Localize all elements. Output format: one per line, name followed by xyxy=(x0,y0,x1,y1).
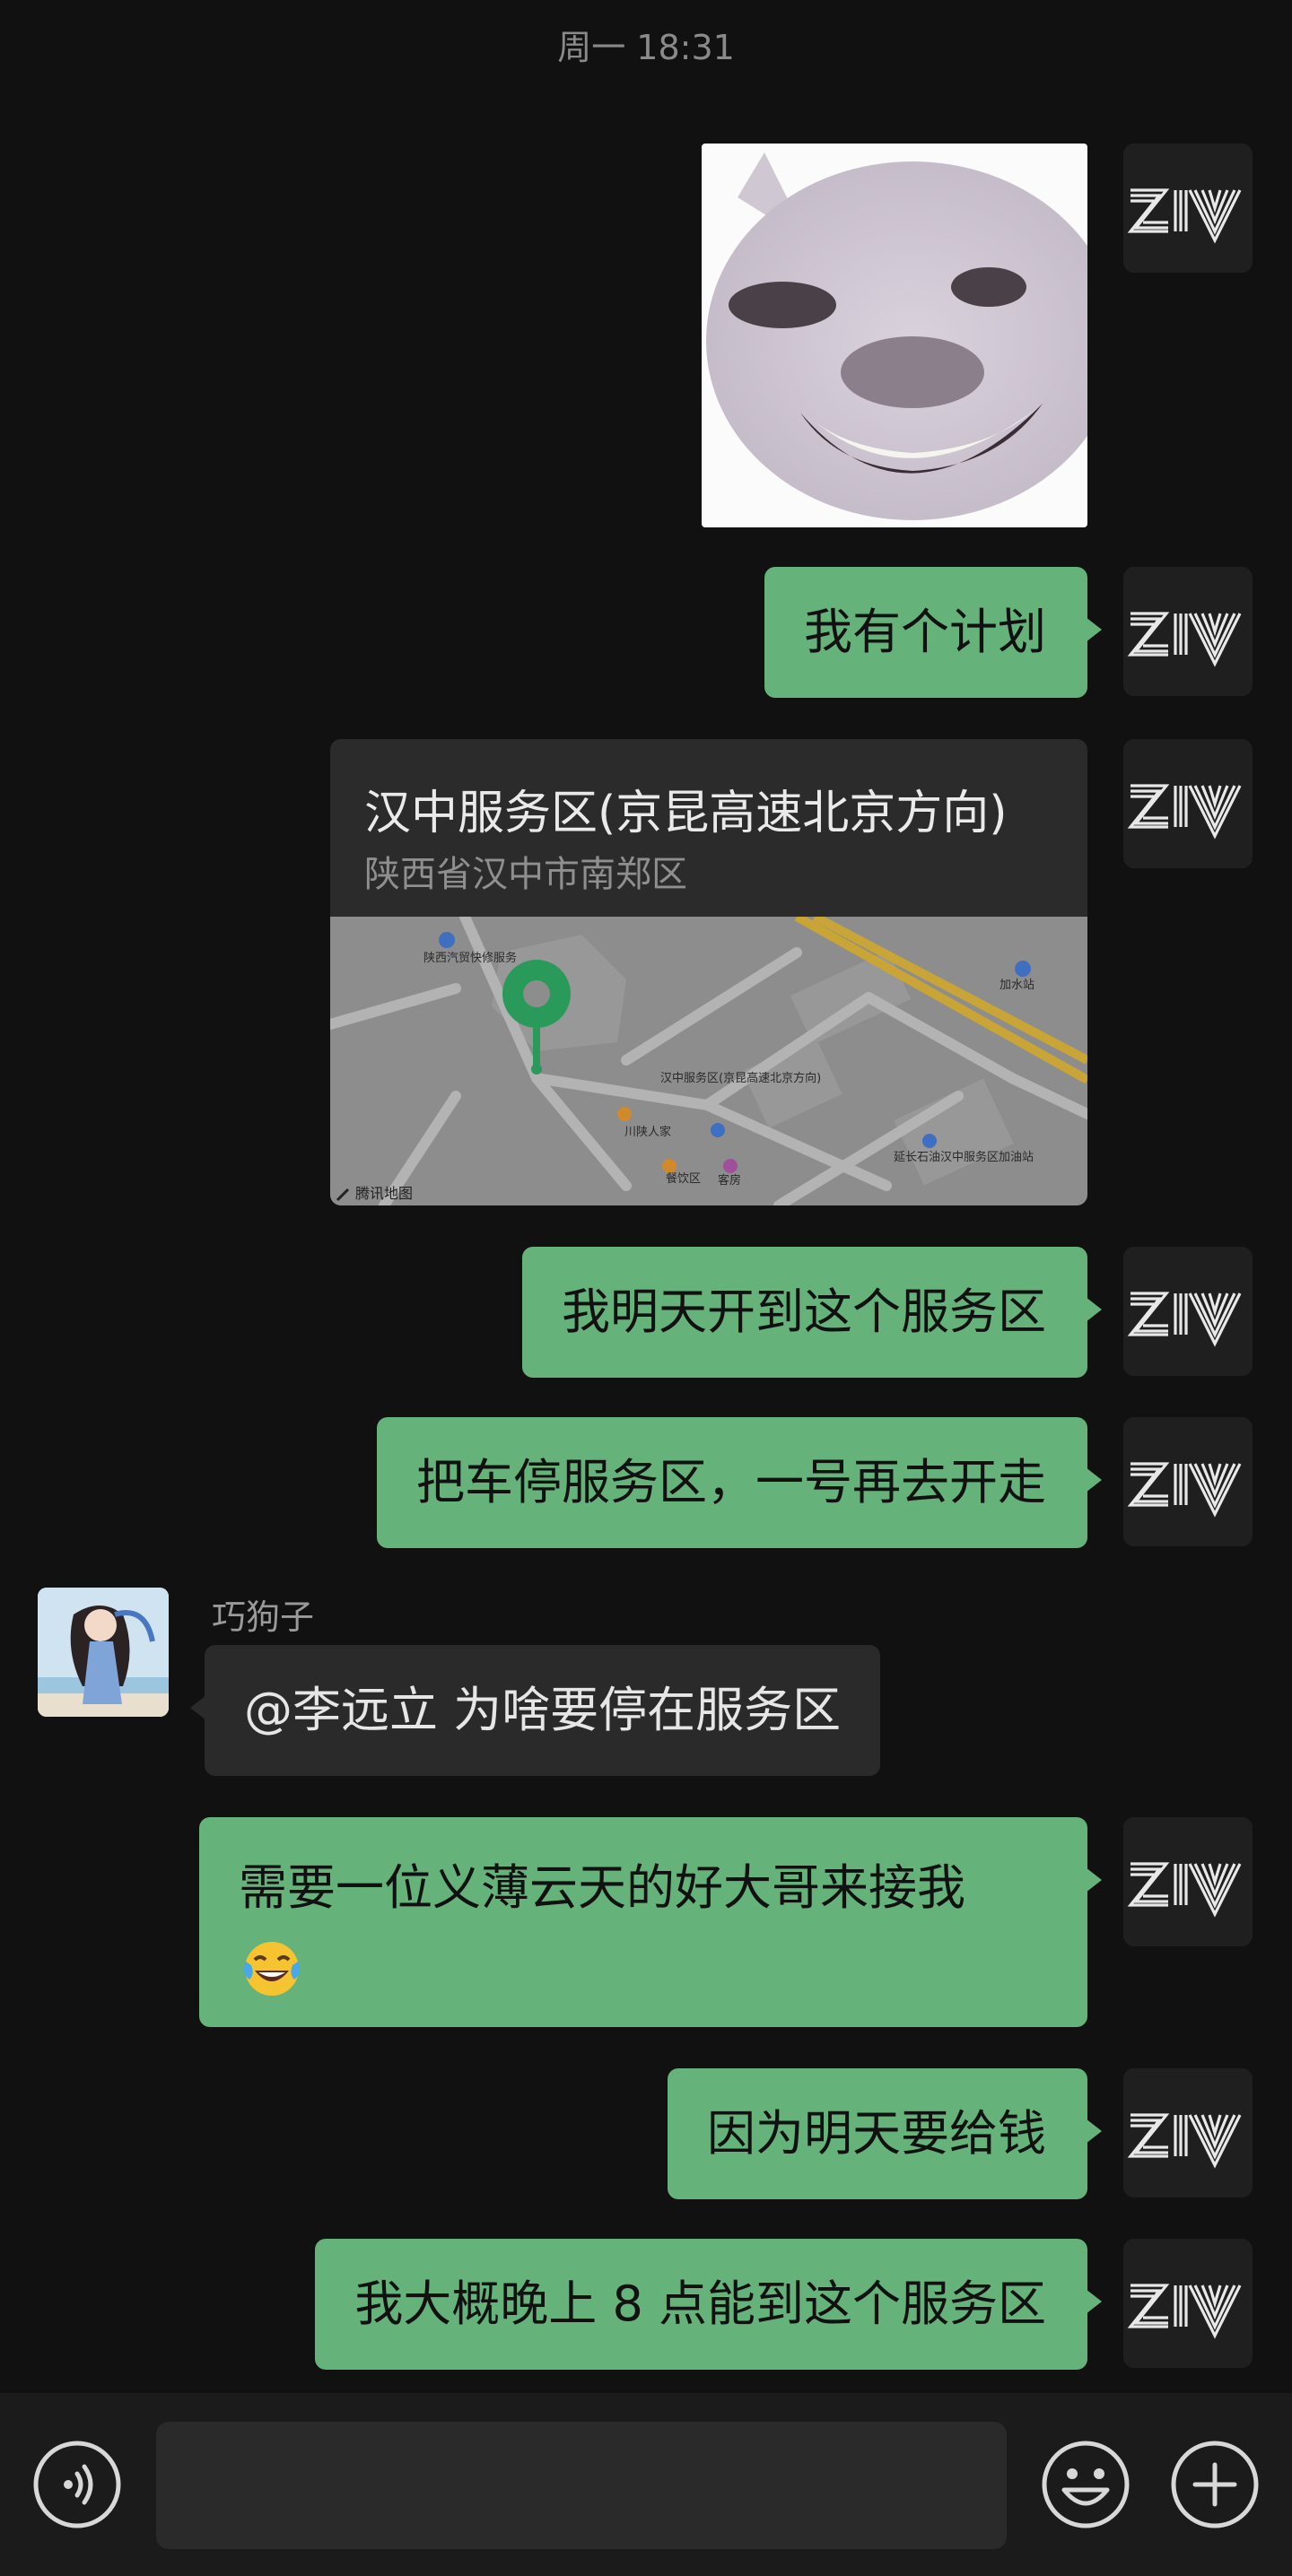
my-avatar[interactable] xyxy=(1123,739,1253,868)
my-avatar[interactable] xyxy=(1123,567,1253,696)
chat-screen: 周一 18:31 我有个计划 汉中服务区(京昆高速北京方向) 陕西省汉中市南郑区… xyxy=(0,0,1292,2576)
face-with-tears-of-joy-icon xyxy=(243,1942,301,1997)
my-avatar[interactable] xyxy=(1123,1817,1253,1946)
map-label: 汉中服务区(京昆高速北京方向) xyxy=(660,1071,821,1085)
map-label: 加水站 xyxy=(1000,979,1034,992)
location-map-preview[interactable]: 陕西汽贸快修服务 加水站 汉中服务区(京昆高速北京方向) 川陕人家 餐饮区 客房… xyxy=(330,917,1087,1205)
voice-button[interactable] xyxy=(32,2440,122,2529)
chat-input-bar xyxy=(0,2393,1292,2576)
map-label: 延长石油汉中服务区加油站 xyxy=(894,1150,1034,1164)
message-bubble[interactable]: 因为明天要给钱 xyxy=(668,2068,1102,2199)
map-label: 餐饮区 xyxy=(666,1171,701,1186)
map-provider-label: 腾讯地图 xyxy=(355,1185,413,1202)
message-input[interactable] xyxy=(156,2422,1007,2549)
cat-sticker-image[interactable] xyxy=(702,144,1087,527)
message-text: 需要一位义薄云天的好大哥来接我 xyxy=(239,1859,965,1916)
plus-icon xyxy=(1171,2441,1259,2528)
message-bubble[interactable]: 需要一位义薄云天的好大哥来接我 xyxy=(199,1817,1102,2027)
sender-name: 巧狗子 xyxy=(212,1597,315,1637)
map-label: 客房 xyxy=(718,1173,741,1188)
my-avatar[interactable] xyxy=(1123,1247,1253,1376)
location-title: 汉中服务区(京昆高速北京方向) xyxy=(364,787,1008,840)
message-bubble[interactable]: 把车停服务区，一号再去开走 xyxy=(377,1417,1102,1548)
contact-avatar[interactable] xyxy=(38,1588,169,1717)
map-label: 川陕人家 xyxy=(624,1125,671,1139)
message-bubble[interactable]: @李远立 为啥要停在服务区 xyxy=(189,1645,881,1776)
more-button[interactable] xyxy=(1170,2440,1260,2529)
map-label: 陕西汽贸快修服务 xyxy=(423,951,517,965)
emoji-icon xyxy=(1042,2441,1130,2528)
my-avatar[interactable] xyxy=(1123,144,1253,273)
message-bubble[interactable]: 我明天开到这个服务区 xyxy=(522,1247,1102,1378)
location-address: 陕西省汉中市南郑区 xyxy=(364,854,687,895)
location-card[interactable]: 汉中服务区(京昆高速北京方向) 陕西省汉中市南郑区 陕西汽贸快修服务 加水站 汉… xyxy=(330,739,1087,1205)
voice-icon xyxy=(33,2441,121,2528)
emoji-button[interactable] xyxy=(1041,2440,1130,2529)
my-avatar[interactable] xyxy=(1123,2068,1253,2197)
message-bubble[interactable]: 我大概晚上 8 点能到这个服务区 xyxy=(315,2239,1102,2370)
my-avatar[interactable] xyxy=(1123,2239,1253,2368)
message-timestamp: 周一 18:31 xyxy=(557,28,735,67)
my-avatar[interactable] xyxy=(1123,1417,1253,1546)
message-bubble[interactable]: 我有个计划 xyxy=(764,567,1102,698)
